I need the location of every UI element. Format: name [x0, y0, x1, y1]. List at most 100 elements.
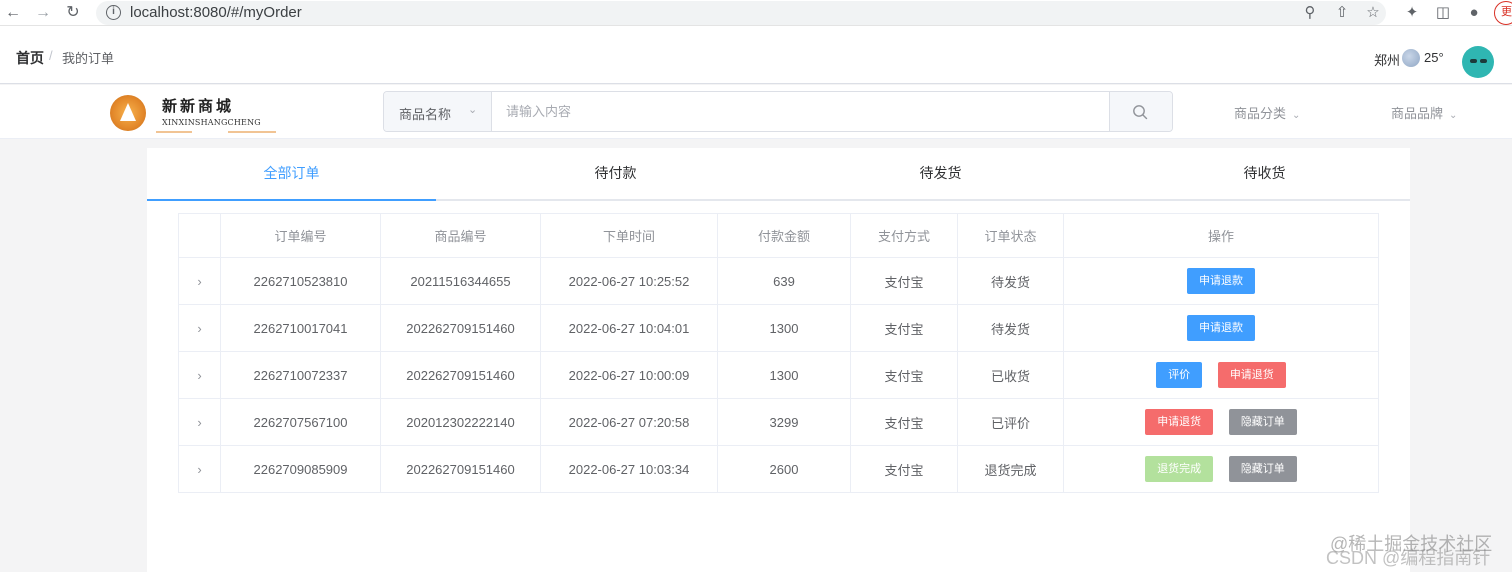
cell-order-time: 2022-06-27 07:20:58: [540, 398, 718, 446]
order-panel: 全部订单 待付款 待发货 待收货 订单编号 商品编号 下单时间 付款金额 支付方…: [147, 148, 1410, 572]
chevron-right-icon: ›: [197, 414, 202, 430]
cell-order-time: 2022-06-27 10:03:34: [540, 445, 718, 493]
tab-pending-payment[interactable]: 待付款: [471, 148, 760, 199]
table-row: › 2262710072337 202262709151460 2022-06-…: [178, 351, 1379, 399]
category-label: 商品分类: [1234, 106, 1287, 121]
cell-pay-method: 支付宝: [850, 445, 958, 493]
cell-status: 退货完成: [957, 445, 1064, 493]
cell-actions: 评价 申请退货: [1063, 351, 1379, 399]
chevron-down-icon: ⌄: [1449, 110, 1458, 121]
table-row: › 2262710017041 202262709151460 2022-06-…: [178, 304, 1379, 352]
cell-order-time: 2022-06-27 10:04:01: [540, 304, 718, 352]
review-button[interactable]: 评价: [1156, 362, 1203, 388]
browser-toolbar: ← → ↻ i localhost:8080/#/myOrder ⚲ ⇧ ☆ ✦…: [0, 0, 1512, 26]
return-request-button[interactable]: 申请退货: [1145, 409, 1214, 435]
tab-pending-receipt[interactable]: 待收货: [1120, 148, 1409, 199]
column-header-amount: 付款金额: [717, 213, 851, 258]
account-icon[interactable]: ●: [1464, 3, 1484, 23]
zoom-icon[interactable]: ⚲: [1300, 3, 1320, 23]
logo-mark-icon: [110, 95, 146, 131]
chevron-down-icon: ⌄: [1292, 110, 1301, 121]
category-dropdown[interactable]: 商品分类 ⌄: [1234, 103, 1300, 122]
tab-pending-shipment[interactable]: 待发货: [796, 148, 1085, 199]
cell-status: 已收货: [957, 351, 1064, 399]
cell-amount: 2600: [717, 445, 851, 493]
chevron-right-icon: ›: [197, 367, 202, 383]
cell-status: 待发货: [957, 304, 1064, 352]
cell-goods-no: 202012302222140: [380, 398, 541, 446]
cell-status: 待发货: [957, 257, 1064, 305]
site-info-icon[interactable]: i: [106, 5, 121, 20]
cell-actions: 申请退货 隐藏订单: [1063, 398, 1379, 446]
cell-amount: 1300: [717, 304, 851, 352]
brand-dropdown[interactable]: 商品品牌 ⌄: [1391, 103, 1457, 122]
hide-order-button[interactable]: 隐藏订单: [1228, 456, 1297, 482]
cell-pay-method: 支付宝: [850, 304, 958, 352]
cell-goods-no: 20211516344655: [380, 257, 541, 305]
address-bar[interactable]: i localhost:8080/#/myOrder: [96, 1, 1386, 25]
table-row: › 2262707567100 202012302222140 2022-06-…: [178, 398, 1379, 446]
forward-arrow-icon[interactable]: →: [32, 2, 54, 24]
search-button[interactable]: [1109, 92, 1172, 131]
cell-goods-no: 202262709151460: [380, 304, 541, 352]
cell-actions: 退货完成 隐藏订单: [1063, 445, 1379, 493]
cell-actions: 申请退款: [1063, 257, 1379, 305]
return-request-button[interactable]: 申请退货: [1217, 362, 1286, 388]
reload-icon[interactable]: ↻: [62, 2, 84, 24]
cell-status: 已评价: [957, 398, 1064, 446]
logo-title: 新新商城: [162, 97, 235, 115]
refund-button[interactable]: 申请退款: [1187, 268, 1255, 294]
expand-toggle[interactable]: ›: [178, 398, 221, 446]
table-header-row: 订单编号 商品编号 下单时间 付款金额 支付方式 订单状态 操作: [178, 213, 1379, 258]
bookmark-star-icon[interactable]: ☆: [1363, 3, 1383, 23]
address-text[interactable]: localhost:8080/#/myOrder: [130, 4, 302, 21]
cell-amount: 1300: [717, 351, 851, 399]
cell-order-no: 2262710017041: [220, 304, 381, 352]
expand-toggle[interactable]: ›: [178, 351, 221, 399]
breadcrumb-home[interactable]: 首页: [16, 48, 44, 68]
search-type-select[interactable]: 商品名称 ⌄: [384, 92, 492, 131]
table-row: › 2262710523810 20211516344655 2022-06-2…: [178, 257, 1379, 305]
avatar-eye-icon: [1470, 59, 1477, 63]
weather-temperature: 25°: [1424, 50, 1444, 65]
expand-toggle[interactable]: ›: [178, 257, 221, 305]
cell-order-time: 2022-06-27 10:25:52: [540, 257, 718, 305]
share-icon[interactable]: ⇧: [1332, 3, 1352, 23]
column-header-status: 订单状态: [957, 213, 1064, 258]
cell-amount: 3299: [717, 398, 851, 446]
search-type-label: 商品名称: [399, 107, 452, 122]
side-panel-icon[interactable]: ◫: [1433, 3, 1453, 23]
chevron-right-icon: ›: [197, 273, 202, 289]
return-complete-button: 退货完成: [1145, 456, 1214, 482]
breadcrumb-current: 我的订单: [62, 51, 115, 66]
column-header-pay-method: 支付方式: [850, 213, 958, 258]
watermark-csdn: CSDN @编程指南针: [1326, 548, 1491, 568]
expand-toggle[interactable]: ›: [178, 304, 221, 352]
logo-subtitle: XINXINSHANGCHENG: [162, 118, 261, 127]
profile-button[interactable]: 更: [1494, 1, 1512, 25]
extensions-icon[interactable]: ✦: [1402, 3, 1422, 23]
tab-all-orders[interactable]: 全部订单: [147, 148, 436, 199]
avatar[interactable]: [1462, 46, 1494, 78]
column-header-actions: 操作: [1063, 213, 1379, 258]
hide-order-button[interactable]: 隐藏订单: [1228, 409, 1297, 435]
cloudy-weather-icon: [1402, 49, 1420, 67]
cell-amount: 639: [717, 257, 851, 305]
expand-toggle[interactable]: ›: [178, 445, 221, 493]
cell-actions: 申请退款: [1063, 304, 1379, 352]
cell-order-time: 2022-06-27 10:00:09: [540, 351, 718, 399]
breadcrumb-separator: /: [49, 48, 53, 63]
cell-goods-no: 202262709151460: [380, 351, 541, 399]
refund-button[interactable]: 申请退款: [1187, 315, 1255, 341]
back-arrow-icon[interactable]: ←: [2, 2, 24, 24]
column-header-goods-no: 商品编号: [380, 213, 541, 258]
logo-underline: [156, 131, 276, 133]
search-bar: 商品名称 ⌄: [383, 91, 1173, 132]
logo[interactable]: 新新商城 XINXINSHANGCHENG: [108, 93, 276, 135]
cell-order-no: 2262709085909: [220, 445, 381, 493]
order-table: 订单编号 商品编号 下单时间 付款金额 支付方式 订单状态 操作 › 22627…: [178, 213, 1379, 493]
search-icon: [1133, 105, 1148, 120]
chevron-right-icon: ›: [197, 320, 202, 336]
cell-order-no: 2262710072337: [220, 351, 381, 399]
search-input[interactable]: [492, 92, 1109, 131]
